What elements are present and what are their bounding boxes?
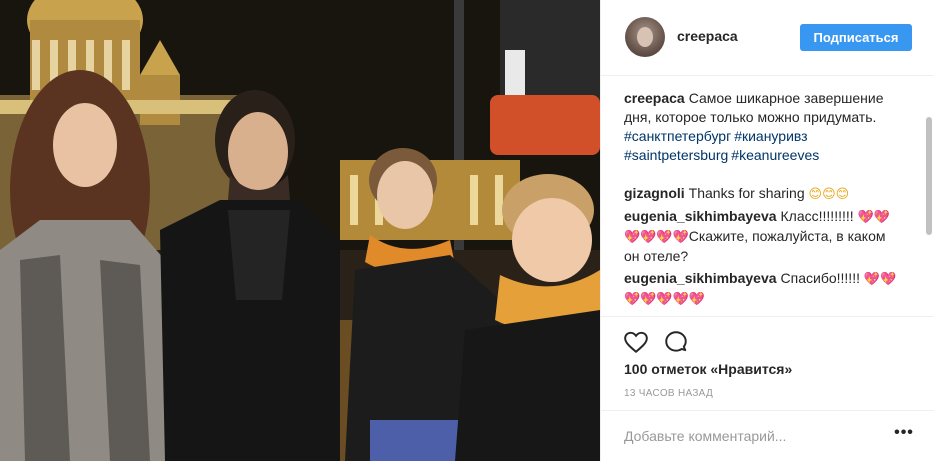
- more-options-icon[interactable]: •••: [892, 425, 916, 447]
- comments-scrollbar[interactable]: [926, 117, 932, 235]
- comment-form: •••: [601, 410, 934, 461]
- avatar[interactable]: [625, 17, 665, 57]
- comment-item: eugenia_sikhimbayeva Класс!!!!!!!!! 💖💖💖💖💖…: [624, 207, 902, 266]
- comment-item: gizagnoli Thanks for sharing 😊😊😊: [624, 184, 902, 204]
- comment-username[interactable]: gizagnoli: [624, 185, 685, 201]
- comments-list[interactable]: creepaca Самое шикарное завершение дня, к…: [601, 77, 934, 317]
- speech-bubble-icon[interactable]: [663, 329, 689, 355]
- post-actions: [601, 320, 934, 360]
- comment-item: eugenia_sikhimbayeva Спасибо!!!!!! 💖💖💖💖💖💖…: [624, 269, 902, 309]
- hashtag-link[interactable]: #keanureeves: [731, 147, 819, 163]
- hashtag-link[interactable]: #киануривз: [734, 128, 807, 144]
- smile-emoji-icon: 😊😊😊: [808, 187, 850, 202]
- comment-text: Класс!!!!!!!!!: [780, 208, 858, 224]
- header-username[interactable]: creepaca: [677, 28, 738, 44]
- photo-illustration: [0, 0, 600, 461]
- post-header: creepaca Подписаться: [601, 0, 934, 76]
- hashtag-link[interactable]: #saintpetersburg: [624, 147, 728, 163]
- heart-icon[interactable]: [623, 329, 649, 355]
- hashtag-link[interactable]: #санктпетербург: [624, 128, 731, 144]
- post-timestamp[interactable]: 13 часов назад: [624, 388, 713, 399]
- follow-button[interactable]: Подписаться: [800, 24, 912, 51]
- comment-input[interactable]: [624, 425, 884, 447]
- likes-count[interactable]: 100 отметок «Нравится»: [624, 361, 792, 377]
- comment-text: Thanks for sharing: [688, 185, 809, 201]
- caption: creepaca Самое шикарное завершение дня, к…: [624, 89, 902, 165]
- post-side-panel: creepaca Подписаться creepaca Самое шикар…: [600, 0, 934, 461]
- comment-username[interactable]: eugenia_sikhimbayeva: [624, 270, 777, 286]
- post-photo: [0, 0, 600, 461]
- comment-text: Спасибо!!!!!!: [780, 270, 864, 286]
- comment-username[interactable]: eugenia_sikhimbayeva: [624, 208, 777, 224]
- caption-username[interactable]: creepaca: [624, 90, 685, 106]
